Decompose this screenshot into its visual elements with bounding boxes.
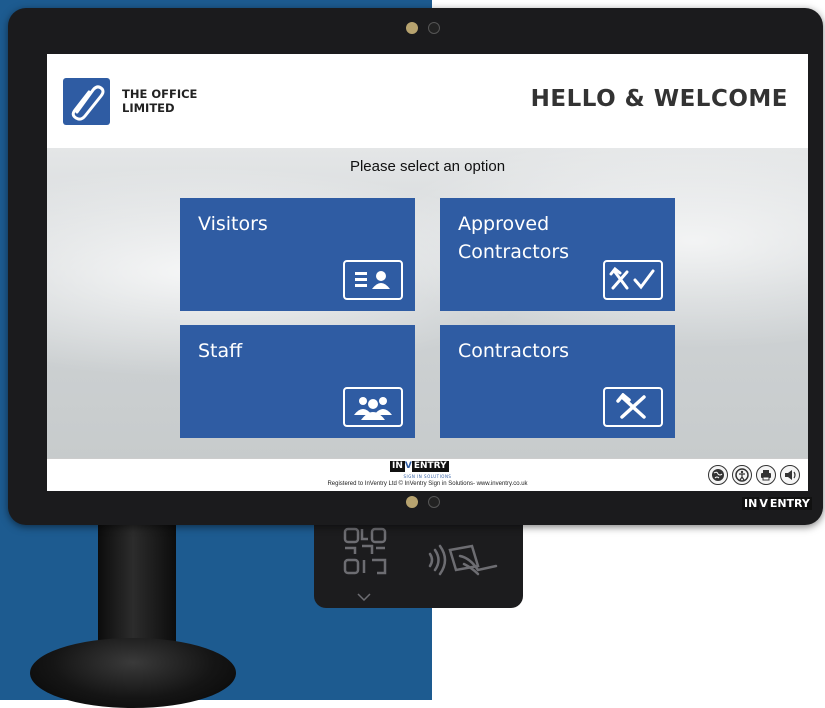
print-icon <box>761 470 771 481</box>
language-button[interactable] <box>708 465 728 485</box>
card-reader <box>314 512 523 608</box>
app-header: THE OFFICE LIMITED HELLO & WELCOME <box>47 54 808 148</box>
paperclip-logo-icon <box>63 78 110 125</box>
sensor-indicator <box>406 496 418 508</box>
group-icon <box>343 387 403 427</box>
chevron-down-icon <box>357 593 371 601</box>
contractors-button[interactable]: Contractors <box>440 325 675 438</box>
company-name: THE OFFICE LIMITED <box>122 87 198 115</box>
tile-label: Staff <box>198 340 243 362</box>
app-footer: IN V ENTRY SIGN IN SOLUTIONS Registered to… <box>47 458 808 491</box>
select-prompt: Please select an option <box>349 158 506 175</box>
page-title: HELLO & WELCOME <box>530 86 788 112</box>
footer-controls <box>708 465 800 485</box>
accessibility-icon <box>735 468 749 482</box>
globe-icon <box>712 469 724 481</box>
tools-icon <box>603 387 663 427</box>
camera-indicator <box>406 22 418 34</box>
sound-button[interactable] <box>780 465 800 485</box>
tile-label: Visitors <box>198 213 268 235</box>
approved-contractors-button[interactable]: Approved Contractors <box>440 198 675 311</box>
qr-code-icon <box>343 527 387 575</box>
sensor-lens <box>428 496 440 508</box>
id-card-icon <box>343 260 403 300</box>
copyright-text: Registered to InVentry Ltd © InVentry Si… <box>327 481 528 487</box>
print-button[interactable] <box>756 465 776 485</box>
accessibility-button[interactable] <box>732 465 752 485</box>
kiosk-screen: THE OFFICE LIMITED HELLO & WELCOME Pleas… <box>47 54 808 491</box>
brand-tagline: SIGN IN SOLUTIONS <box>403 474 452 479</box>
tile-label: Contractors <box>458 340 570 362</box>
bezel-logo: IN V ENTRY <box>742 497 812 510</box>
visitors-button[interactable]: Visitors <box>180 198 415 311</box>
option-area: Please select an option Visitors Approve… <box>47 148 808 458</box>
camera-lens <box>428 22 440 34</box>
tile-label: Approved Contractors <box>458 213 570 263</box>
tools-check-icon <box>603 260 663 300</box>
sound-icon <box>785 470 796 480</box>
contactless-card-icon <box>428 544 498 576</box>
kiosk-monitor: IN V ENTRY THE OFFICE LIMITED HELLO & WELC… <box>8 8 823 525</box>
kiosk-stand-base <box>30 638 236 708</box>
inventry-logo: IN V ENTRY <box>390 461 449 472</box>
staff-button[interactable]: Staff <box>180 325 415 438</box>
